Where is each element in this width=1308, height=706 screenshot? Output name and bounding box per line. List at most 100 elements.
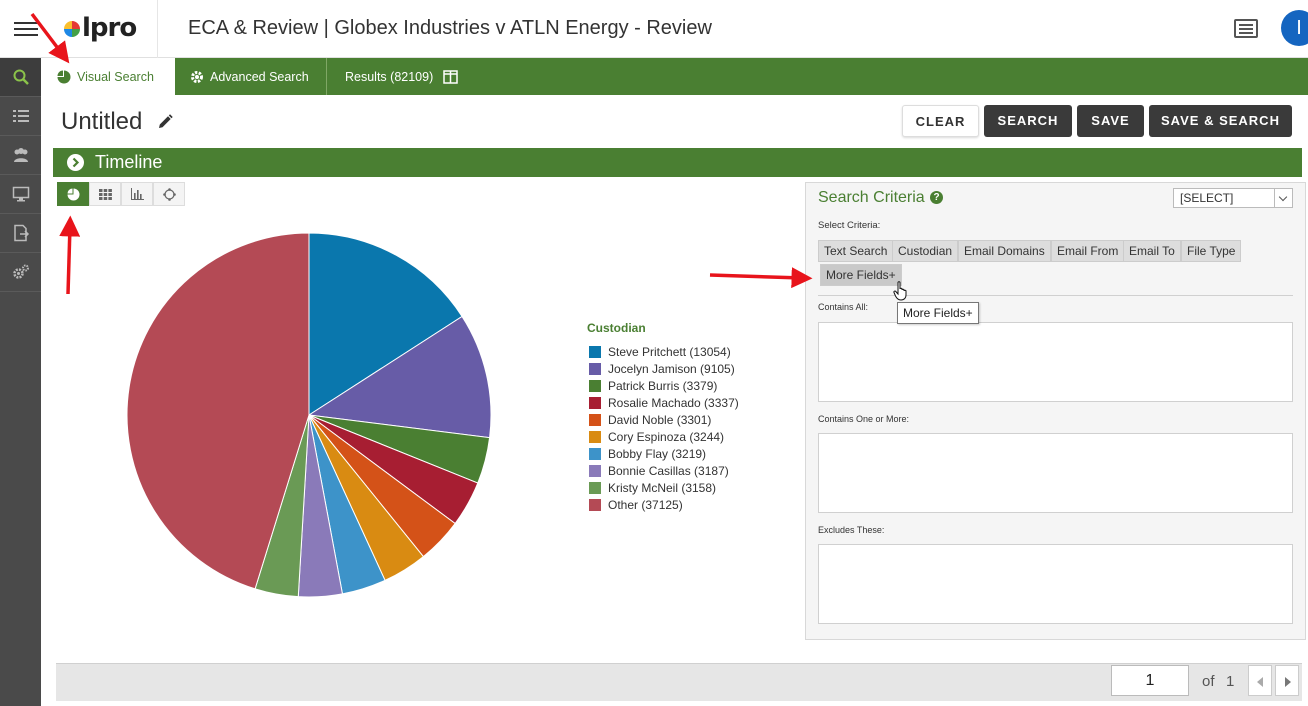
legend-label: Patrick Burris (3379) [608, 378, 718, 393]
help-icon[interactable]: ? [930, 191, 943, 204]
legend-item[interactable]: Other (37125) [589, 496, 739, 513]
legend-item[interactable]: Cory Espinoza (3244) [589, 428, 739, 445]
legend-label: Rosalie Machado (3337) [608, 395, 739, 410]
legend-item[interactable]: David Noble (3301) [589, 411, 739, 428]
sidebar-item-users[interactable] [0, 136, 41, 175]
legend-swatch [589, 362, 601, 375]
pie-chart-view-button[interactable] [57, 182, 89, 206]
legend-item[interactable]: Kristy McNeil (3158) [589, 479, 739, 496]
grid-view-button[interactable] [89, 182, 121, 206]
sidebar-item-list[interactable] [0, 97, 41, 136]
user-avatar[interactable]: I [1281, 10, 1308, 46]
criteria-select-dropdown[interactable]: [SELECT] [1173, 188, 1293, 208]
chip-email-from[interactable]: Email From [1051, 240, 1125, 262]
tab-advanced-search[interactable]: Advanced Search [175, 58, 327, 95]
legend-swatch [589, 481, 601, 494]
legend-swatch [589, 498, 601, 511]
search-criteria-panel: Search Criteria ? [SELECT] Select Criter… [805, 182, 1306, 640]
save-and-search-button[interactable]: SAVE & SEARCH [1149, 105, 1292, 137]
search-button[interactable]: SEARCH [984, 105, 1072, 137]
sidebar-item-search[interactable] [0, 58, 41, 97]
pie-chart-icon [67, 188, 79, 200]
users-icon [13, 148, 28, 162]
legend-swatch [589, 464, 601, 477]
export-icon [13, 224, 29, 242]
legend-item[interactable]: Jocelyn Jamison (9105) [589, 360, 739, 377]
chip-custodian[interactable]: Custodian [892, 240, 959, 262]
legend-swatch [589, 447, 601, 460]
legend-title: Custodian [587, 321, 646, 335]
chip-email-to[interactable]: Email To [1123, 240, 1181, 262]
next-page-button[interactable] [1275, 665, 1299, 696]
excludes-these-input[interactable] [818, 544, 1293, 624]
chip-file-type[interactable]: File Type [1181, 240, 1242, 262]
pencil-edit-icon[interactable] [156, 113, 174, 131]
messages-icon[interactable] [1234, 19, 1258, 38]
chart-type-toolbar [57, 182, 185, 206]
legend-label: Steve Pritchett (13054) [608, 344, 731, 359]
criteria-divider [818, 295, 1293, 296]
logo-mark-icon [64, 21, 80, 37]
search-title: Untitled [61, 108, 143, 135]
legend-item[interactable]: Bonnie Casillas (3187) [589, 462, 739, 479]
timeline-panel-header[interactable]: Timeline [53, 148, 1302, 177]
legend-swatch [589, 345, 601, 358]
search-tab-bar: Visual Search Advanced Search Results (8… [41, 58, 1308, 95]
search-icon [13, 69, 29, 85]
bar-chart-icon [130, 188, 144, 200]
legend-item[interactable]: Steve Pritchett (13054) [589, 343, 739, 360]
page-total: 1 [1226, 673, 1235, 690]
legend-label: Jocelyn Jamison (9105) [608, 361, 735, 376]
legend-swatch [589, 413, 601, 426]
arrow-to-pie-chart-button [59, 215, 81, 295]
chip-email-domains[interactable]: Email Domains [958, 240, 1051, 262]
excludes-these-label: Excludes These: [818, 525, 885, 535]
sidebar-item-settings[interactable] [0, 253, 41, 292]
contains-one-or-more-label: Contains One or More: [818, 414, 910, 424]
hand-cursor-icon [893, 281, 907, 301]
select-criteria-label: Select Criteria: [818, 220, 881, 231]
chip-text-search[interactable]: Text Search [818, 240, 894, 262]
top-header: lpro ECA & Review | Globex Industries v … [0, 0, 1308, 58]
custodian-pie-chart [126, 232, 492, 598]
columns-icon[interactable] [443, 69, 458, 84]
legend-label: Bobby Flay (3219) [608, 446, 707, 461]
monitor-icon [12, 186, 29, 202]
sidebar-item-export[interactable] [0, 214, 41, 253]
search-criteria-title: Search Criteria [818, 189, 925, 206]
tab-results[interactable]: Results (82109) [328, 58, 468, 95]
contains-all-label: Contains All: [818, 302, 869, 312]
contains-all-input[interactable] [818, 322, 1293, 402]
legend-swatch [589, 396, 601, 409]
logo[interactable]: lpro [42, 0, 158, 58]
chevron-down-icon [1274, 189, 1292, 207]
legend-label: Other (37125) [608, 497, 683, 512]
legend-swatch [589, 379, 601, 392]
gear-icon [191, 70, 203, 83]
pie-chart-icon [57, 70, 71, 83]
hamburger-menu-icon[interactable] [14, 18, 38, 38]
chart-legend: Steve Pritchett (13054) Jocelyn Jamison (… [589, 343, 739, 513]
legend-item[interactable]: Patrick Burris (3379) [589, 377, 739, 394]
legend-item[interactable]: Rosalie Machado (3337) [589, 394, 739, 411]
page-of-label: of [1202, 673, 1215, 690]
cluster-view-button[interactable] [153, 182, 185, 206]
legend-swatch [589, 430, 601, 443]
bar-chart-view-button[interactable] [121, 182, 153, 206]
tab-visual-search[interactable]: Visual Search [41, 58, 175, 95]
page-number-input[interactable] [1111, 665, 1189, 696]
criteria-select-value: [SELECT] [1180, 191, 1234, 205]
contains-one-or-more-input[interactable] [818, 433, 1293, 513]
previous-page-button[interactable] [1248, 665, 1272, 696]
gears-icon [12, 264, 29, 279]
chevron-right-icon[interactable] [67, 154, 84, 171]
legend-item[interactable]: Bobby Flay (3219) [589, 445, 739, 462]
clear-button[interactable]: CLEAR [902, 105, 979, 137]
save-button[interactable]: SAVE [1077, 105, 1144, 137]
legend-label: Bonnie Casillas (3187) [608, 463, 729, 478]
tab-advanced-search-label: Advanced Search [210, 69, 309, 84]
timeline-label: Timeline [95, 152, 163, 172]
more-fields-button[interactable]: More Fields+ [820, 264, 902, 286]
legend-label: Kristy McNeil (3158) [608, 480, 717, 495]
sidebar-item-review[interactable] [0, 175, 41, 214]
